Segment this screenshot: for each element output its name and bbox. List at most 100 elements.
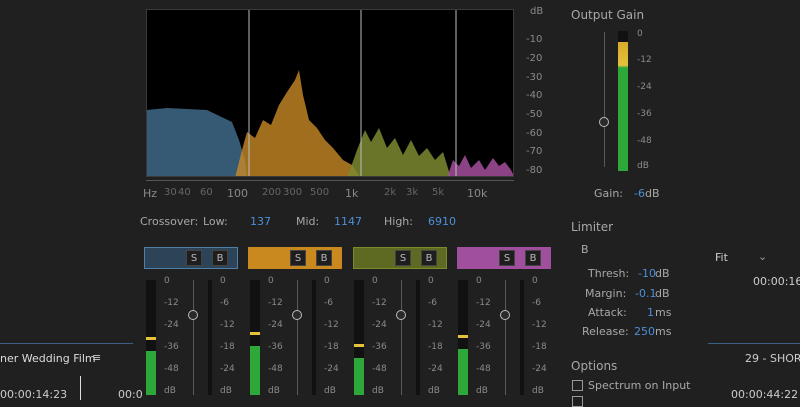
band-fader-knob[interactable] <box>292 310 302 320</box>
band-gr-meter <box>208 280 212 395</box>
output-gain-label: Gain: <box>594 187 623 200</box>
freq-tick: 500 <box>310 187 330 198</box>
limiter-bypass-button[interactable]: B <box>581 243 589 256</box>
output-gain-tick: -48 <box>637 136 652 146</box>
band-gr-tick: 0 <box>324 276 330 286</box>
freq-tick: 5k <box>432 187 445 198</box>
band-peak-marker <box>354 344 364 347</box>
band-4-header: S B <box>457 247 551 269</box>
band-3-bypass-button[interactable]: B <box>421 250 437 266</box>
second-option-checkbox[interactable] <box>572 396 583 407</box>
attack-unit: ms <box>655 306 672 319</box>
chevron-down-icon: ⌄ <box>758 250 768 263</box>
band-meter <box>458 280 468 395</box>
multiband-compressor-panel: dB -10 -20 -30 -40 -50 -60 -70 -80 Hz 30… <box>0 0 800 407</box>
output-gain-tick: 0 <box>637 29 643 39</box>
crossover-mid-value[interactable]: 1147 <box>334 215 362 228</box>
margin-value[interactable]: -0.1 <box>635 287 656 300</box>
divider-right <box>708 343 800 344</box>
attack-label: Attack: <box>588 306 627 319</box>
band-meter-tick: dB <box>164 386 176 396</box>
db-tick: -60 <box>526 128 543 139</box>
timeline-tab[interactable]: ner Wedding Film <box>0 352 96 365</box>
band-fader-track <box>401 280 402 395</box>
band-4-solo-button[interactable]: S <box>499 250 515 266</box>
playhead[interactable] <box>80 376 81 400</box>
limiter-title: Limiter <box>571 220 614 234</box>
band-gr-tick: -24 <box>532 364 547 374</box>
band-3-header: S B <box>353 247 447 269</box>
spectrum-display <box>146 9 514 177</box>
band-meter-tick: -48 <box>164 364 179 374</box>
timecode-left-partial: 00:0 <box>118 388 143 401</box>
band-meter-tick: -24 <box>164 320 179 330</box>
band-2-header: S B <box>248 247 342 269</box>
db-tick: -80 <box>526 165 543 176</box>
band-gr-tick: -18 <box>428 342 443 352</box>
db-tick: -10 <box>526 34 543 45</box>
band-2-bypass-button[interactable]: B <box>316 250 332 266</box>
band-meter-tick: -24 <box>372 320 387 330</box>
band-gr-tick: 0 <box>532 276 538 286</box>
band-gr-meter <box>520 280 524 395</box>
band-meter-tick: -12 <box>476 298 491 308</box>
band-meter-tick: -12 <box>268 298 283 308</box>
freq-axis-line <box>146 180 514 181</box>
db-tick: -70 <box>526 146 543 157</box>
band-meter-fill <box>458 349 468 395</box>
release-value[interactable]: 250 <box>634 325 655 338</box>
crossover-mid-label: Mid: <box>296 215 320 228</box>
thresh-value[interactable]: -10 <box>638 267 656 280</box>
band-gr-tick: -18 <box>324 342 339 352</box>
output-gain-value[interactable]: -6 <box>634 187 645 200</box>
db-axis-label: dB <box>530 6 544 17</box>
band-gr-tick: -12 <box>324 320 339 330</box>
band-3-solo-button[interactable]: S <box>395 250 411 266</box>
freq-tick: 10k <box>467 187 488 200</box>
timecode-left: 00:00:14:23 <box>0 388 68 401</box>
output-gain-tick: dB <box>637 161 649 171</box>
freq-tick: 40 <box>178 187 191 198</box>
band-meter-tick: -12 <box>372 298 387 308</box>
output-gain-meter-fill <box>618 42 628 171</box>
output-gain-tick: -36 <box>637 109 652 119</box>
output-gain-unit: dB <box>645 187 660 200</box>
band-meter-tick: dB <box>372 386 384 396</box>
band-gr-tick: -12 <box>220 320 235 330</box>
crossover-high-value[interactable]: 6910 <box>428 215 456 228</box>
output-gain-fader-knob[interactable] <box>599 117 609 127</box>
band-gr-tick: dB <box>324 386 336 396</box>
band-meter-tick: 0 <box>372 276 378 286</box>
crossover-low-value[interactable]: 137 <box>250 215 271 228</box>
menu-icon[interactable]: ≡ <box>92 351 101 364</box>
band-gr-tick: -18 <box>532 342 547 352</box>
band-1-solo-button[interactable]: S <box>186 250 202 266</box>
band-peak-marker <box>458 335 468 338</box>
band-gr-tick: dB <box>220 386 232 396</box>
band-gr-tick: 0 <box>428 276 434 286</box>
band-meter-tick: -48 <box>476 364 491 374</box>
band-2-solo-button[interactable]: S <box>290 250 306 266</box>
band-fader-track <box>193 280 194 395</box>
band-1-bypass-button[interactable]: B <box>212 250 228 266</box>
freq-tick: 3k <box>406 187 419 198</box>
freq-tick: Hz <box>143 187 158 200</box>
band-meter-tick: 0 <box>476 276 482 286</box>
attack-value[interactable]: 1 <box>647 306 654 319</box>
output-gain-title: Output Gain <box>571 8 645 22</box>
fit-dropdown[interactable]: Fit <box>715 251 728 264</box>
band-4-bypass-button[interactable]: B <box>525 250 541 266</box>
band-gr-tick: -18 <box>220 342 235 352</box>
band-fader-knob[interactable] <box>500 310 510 320</box>
band-meter-fill <box>146 351 156 395</box>
band-meter <box>146 280 156 395</box>
band-meter <box>354 280 364 395</box>
sequence-tab[interactable]: 29 - SHORT <box>745 352 800 365</box>
band-meter-tick: -36 <box>476 342 491 352</box>
spectrum-on-input-checkbox[interactable] <box>572 380 583 391</box>
freq-tick: 2k <box>384 187 397 198</box>
db-tick: -40 <box>526 90 543 101</box>
band-fader-knob[interactable] <box>396 310 406 320</box>
band-meter-tick: -48 <box>268 364 283 374</box>
band-fader-knob[interactable] <box>188 310 198 320</box>
